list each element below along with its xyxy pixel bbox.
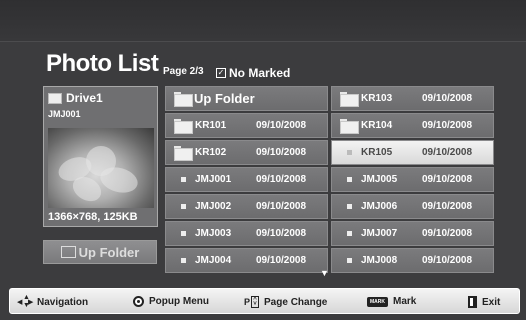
mark-status-label: No Marked [229, 66, 291, 80]
photo-file-icon [181, 230, 186, 236]
item-name: KR101 [195, 119, 227, 131]
item-date: 09/10/2008 [422, 227, 473, 239]
file-item[interactable]: JMJ005 09/10/2008 [331, 167, 494, 192]
folder-icon [174, 145, 193, 161]
item-name: JMJ007 [361, 227, 398, 239]
item-name: JMJ008 [361, 254, 398, 266]
item-date: 09/10/2008 [422, 119, 473, 131]
photo-file-icon [347, 149, 352, 155]
file-item[interactable]: JMJ008 09/10/2008 [331, 248, 494, 273]
up-folder-button-label: Up Folder [78, 244, 140, 260]
item-name: JMJ004 [195, 254, 232, 266]
file-item[interactable]: JMJ003 09/10/2008 [165, 221, 328, 246]
up-folder-button[interactable]: Up Folder [43, 240, 157, 264]
photo-file-icon [181, 203, 186, 209]
photo-file-icon [347, 257, 352, 263]
folder-item[interactable]: KR104 09/10/2008 [331, 113, 494, 138]
photo-file-icon [181, 176, 186, 182]
item-name: JMJ003 [195, 227, 232, 239]
file-item[interactable]: JMJ002 09/10/2008 [165, 194, 328, 219]
scroll-down-icon[interactable]: ▼ [320, 268, 329, 278]
item-name: JMJ005 [361, 173, 398, 185]
item-date: 09/10/2008 [256, 146, 307, 158]
folder-icon [174, 91, 193, 107]
item-name: JMJ006 [361, 200, 398, 212]
folder-icon [340, 118, 359, 134]
exit-icon [468, 296, 477, 308]
photo-file-icon [347, 203, 352, 209]
file-item[interactable]: JMJ001 09/10/2008 [165, 167, 328, 192]
preview-size: 1366×768, 125KB [48, 211, 138, 223]
item-date: 09/10/2008 [256, 227, 307, 239]
file-item[interactable]: KR105 09/10/2008 [331, 140, 494, 165]
item-name: JMJ001 [195, 173, 232, 185]
item-name: JMJ002 [195, 200, 232, 212]
help-exit-label: Exit [482, 296, 501, 308]
folder-item[interactable]: KR101 09/10/2008 [165, 113, 328, 138]
help-exit: Exit [468, 296, 500, 308]
help-mark: MARK Mark [367, 296, 416, 307]
item-date: 09/10/2008 [256, 173, 307, 185]
file-item[interactable]: JMJ006 09/10/2008 [331, 194, 494, 219]
item-name: KR102 [195, 146, 227, 158]
file-item[interactable]: JMJ004 09/10/2008 [165, 248, 328, 273]
mark-status: ✓ No Marked [216, 66, 290, 80]
preview-filename: JMJ001 [48, 109, 81, 119]
help-mark-label: Mark [393, 296, 417, 307]
page-title: Photo List [46, 50, 159, 77]
folder-item[interactable]: KR102 09/10/2008 [165, 140, 328, 165]
photo-file-icon [347, 176, 352, 182]
item-name: KR103 [361, 92, 393, 104]
item-date: 09/10/2008 [422, 146, 473, 158]
photo-file-icon [181, 257, 186, 263]
page-indicator: Page 2/3 [163, 66, 204, 77]
folder-icon [340, 91, 359, 107]
help-bar: ▲ ▼ ◀ ▶ Navigation Popup Menu P ˄ ˅ Page … [9, 288, 520, 314]
help-navigation-label: Navigation [37, 296, 89, 308]
item-date: 09/10/2008 [256, 119, 307, 131]
ok-button-icon [133, 296, 144, 307]
item-date: 09/10/2008 [422, 254, 473, 266]
checkbox-icon: ✓ [216, 68, 226, 78]
page-key-label: P [244, 297, 251, 307]
item-date: 09/10/2008 [256, 200, 307, 212]
photo-file-icon [347, 230, 352, 236]
up-folder-icon [60, 246, 76, 258]
drive-label: Drive1 [66, 91, 103, 105]
page-key-icon: P ˄ ˅ [244, 296, 260, 308]
photo-thumbnail [48, 128, 154, 208]
item-date: 09/10/2008 [422, 200, 473, 212]
help-page-change: P ˄ ˅ Page Change [244, 296, 327, 308]
up-folder-item[interactable]: Up Folder [165, 86, 328, 111]
folder-icon [174, 118, 193, 134]
preview-drive: Drive1 [44, 87, 157, 109]
item-name: KR105 [361, 146, 393, 158]
folder-icon [48, 92, 62, 104]
help-popup-label: Popup Menu [149, 296, 209, 307]
help-page-change-label: Page Change [264, 296, 328, 308]
preview-panel: Drive1 JMJ001 1366×768, 125KB [43, 86, 158, 227]
item-date: 09/10/2008 [256, 254, 307, 266]
file-item[interactable]: JMJ007 09/10/2008 [331, 221, 494, 246]
file-grid: Up Folder KR103 09/10/2008 KR101 09/10/2008 K… [165, 86, 497, 273]
item-name: Up Folder [194, 90, 255, 106]
item-name: KR104 [361, 119, 393, 131]
help-popup-menu: Popup Menu [133, 296, 209, 307]
navigation-icon: ▲ ▼ ◀ ▶ [17, 294, 34, 309]
top-bar [0, 0, 526, 42]
item-date: 09/10/2008 [422, 92, 473, 104]
item-date: 09/10/2008 [422, 173, 473, 185]
folder-item[interactable]: KR103 09/10/2008 [331, 86, 494, 111]
mark-key-icon: MARK [367, 296, 388, 307]
help-navigation: ▲ ▼ ◀ ▶ Navigation [17, 294, 89, 309]
